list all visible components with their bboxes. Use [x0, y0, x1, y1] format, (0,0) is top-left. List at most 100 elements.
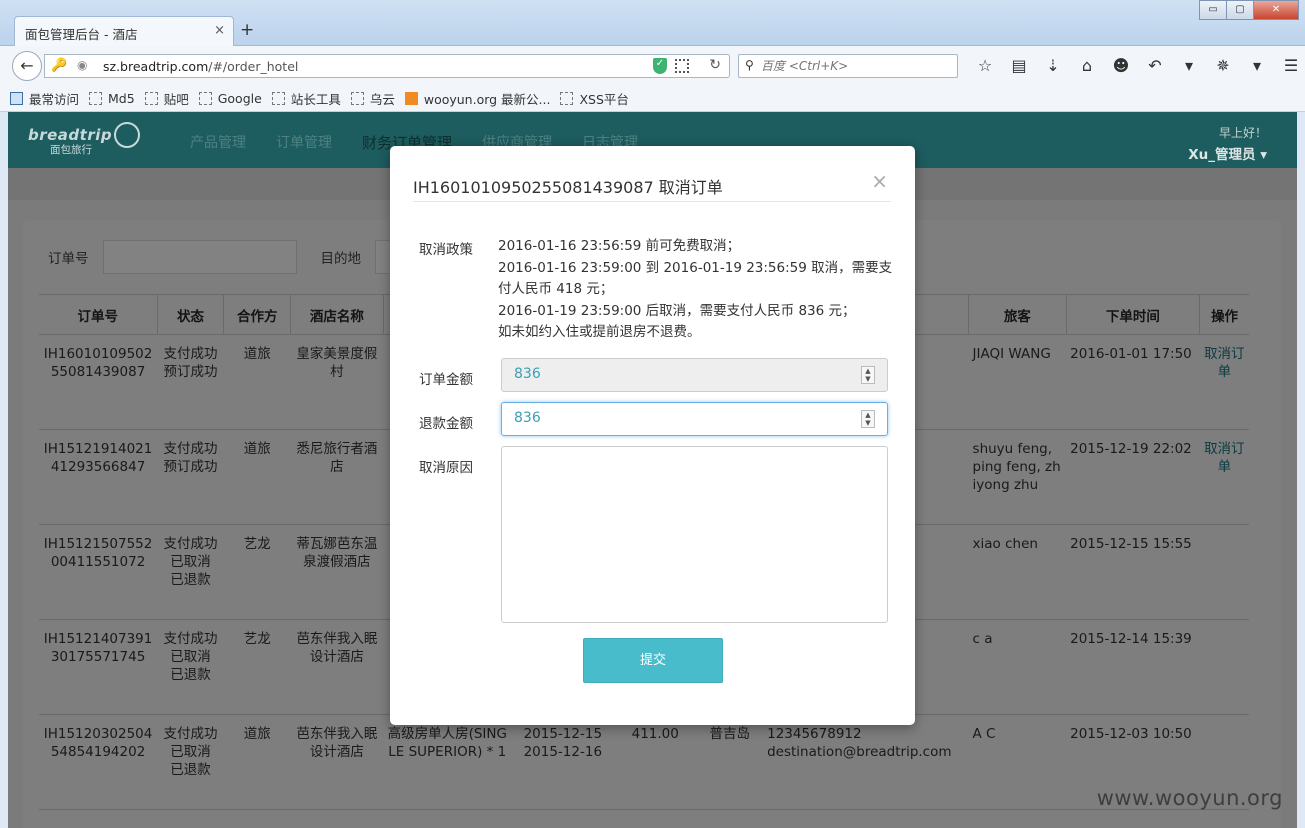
- bookmark-item[interactable]: 乌云: [350, 89, 395, 108]
- close-icon[interactable]: ×: [871, 169, 888, 193]
- order-time-cell: 2016-01-01 17:50: [1066, 334, 1200, 430]
- url-path: /#/order_hotel: [208, 59, 299, 74]
- submit-button[interactable]: 提交: [583, 638, 723, 683]
- shield-icon[interactable]: ✓: [653, 58, 667, 74]
- destination-label: 目的地: [320, 251, 362, 267]
- bookmark-item[interactable]: Md5: [89, 91, 135, 106]
- star-icon[interactable]: ☆: [968, 56, 1002, 75]
- reason-textarea[interactable]: [501, 446, 888, 623]
- bookmark-item[interactable]: wooyun.org 最新公...: [404, 89, 550, 108]
- column-header: 下单时间: [1065, 294, 1200, 335]
- home-icon[interactable]: ⌂: [1070, 56, 1104, 75]
- room-cell: 高级房单人房(SINGLE SUPERIOR) * 1: [383, 714, 512, 810]
- bookmark-icon: [198, 92, 212, 105]
- cancel-order-link[interactable]: 取消订单: [1204, 346, 1245, 380]
- app-logo[interactable]: breadtrip 面包旅行: [28, 122, 140, 157]
- tab-close-icon[interactable]: ×: [214, 23, 225, 38]
- hotel-cell: 芭东伴我入眠设计酒店: [290, 619, 384, 715]
- bookmark-label: Md5: [108, 91, 135, 106]
- user-name: Xu_管理员 ▾: [1188, 147, 1267, 163]
- window-close-icon[interactable]: ✕: [1253, 0, 1299, 20]
- undo-icon[interactable]: ↶: [1138, 56, 1172, 75]
- partner-cell: 道旅: [223, 429, 291, 525]
- browser-tab[interactable]: 面包管理后台 - 酒店 ×: [14, 16, 234, 46]
- partner-cell: 道旅: [223, 334, 291, 430]
- bookmark-icon: [271, 92, 285, 105]
- filter-row: 订单号 目的地: [48, 240, 405, 274]
- toolbar-icons: ☆ ▤ ⇣ ⌂ ☻ ↶ ▾ ✵ ▾ ☰: [968, 56, 1305, 75]
- maximize-icon[interactable]: ▢: [1226, 0, 1254, 20]
- reading-list-icon[interactable]: ▤: [1002, 56, 1036, 75]
- watermark: www.wooyun.org: [1096, 786, 1283, 810]
- bookmark-icon: [560, 92, 574, 105]
- refund-amount-field[interactable]: ▲▼: [501, 402, 888, 436]
- address-bar[interactable]: 🔑 ◉ sz.breadtrip.com/#/order_hotel ✓ ↻: [44, 54, 730, 78]
- minimize-icon[interactable]: ▭: [1199, 0, 1227, 20]
- new-tab-icon[interactable]: +: [240, 20, 254, 40]
- order-time-cell: 2015-12-14 15:39: [1066, 619, 1200, 715]
- hotel-cell: 芭东伴我入眠设计酒店: [290, 714, 384, 810]
- order-no-cell: IH1601010950255081439087: [39, 334, 158, 430]
- order-amount-label: 订单金额: [419, 372, 473, 388]
- chat-icon[interactable]: ☻: [1104, 56, 1138, 75]
- dropdown-icon-2[interactable]: ▾: [1240, 56, 1274, 75]
- dropdown-icon[interactable]: ▾: [1172, 56, 1206, 75]
- extension-icon[interactable]: ✵: [1206, 56, 1240, 75]
- status-cell: 支付成功 已取消 已退款: [157, 524, 224, 620]
- bookmark-item[interactable]: 贴吧: [144, 89, 189, 108]
- bookmark-label: 站长工具: [290, 92, 341, 107]
- back-arrow-icon[interactable]: ←: [12, 51, 42, 81]
- bookmark-label: XSS平台: [579, 92, 629, 107]
- partner-cell: 艺龙: [223, 524, 291, 620]
- order-time-cell: 2015-12-15 15:55: [1066, 524, 1200, 620]
- guest-cell: JIAQI WANG: [968, 334, 1067, 430]
- order-no-input[interactable]: [102, 240, 297, 274]
- column-header: 旅客: [968, 294, 1067, 335]
- partner-cell: 道旅: [223, 714, 291, 810]
- menu-icon[interactable]: ☰: [1274, 56, 1305, 75]
- nav-orders[interactable]: 订单管理: [276, 132, 332, 153]
- browser-navbar: ← 🔑 ◉ sz.breadtrip.com/#/order_hotel ✓ ↻…: [0, 46, 1305, 86]
- user-menu[interactable]: 早上好！ Xu_管理员 ▾: [1188, 124, 1267, 163]
- window-controls: ▭ ▢ ✕: [1199, 0, 1299, 20]
- order-no-cell: IH1512030250454854194202: [39, 714, 158, 810]
- rss-icon: [404, 92, 418, 105]
- bookmark-icon: [10, 92, 23, 105]
- download-icon[interactable]: ⇣: [1036, 56, 1070, 75]
- tab-title: 面包管理后台 - 酒店: [25, 27, 138, 42]
- qr-code-icon[interactable]: [675, 59, 689, 73]
- bookmark-item[interactable]: XSS平台: [560, 89, 629, 108]
- spinner-icon[interactable]: ▲ ▼: [861, 410, 875, 428]
- cancel-order-link[interactable]: 取消订单: [1204, 441, 1245, 475]
- bookmark-item[interactable]: 最常访问: [10, 89, 79, 108]
- policy-line: 2016-01-19 23:59:00 后取消，需要支付人民币 836 元；: [498, 302, 856, 319]
- policy-line: 2016-01-16 23:56:59 前可免费取消；: [498, 238, 741, 254]
- action-cell: [1199, 619, 1249, 715]
- globe-icon: ◉: [77, 58, 88, 72]
- partner-cell: 艺龙: [223, 619, 291, 715]
- column-header: 状态: [156, 294, 224, 335]
- cancel-order-modal: IH1601010950255081439087 取消订单 × 取消政策 201…: [390, 146, 915, 725]
- nav-product[interactable]: 产品管理: [190, 132, 246, 153]
- url-host: sz.breadtrip.com: [103, 59, 209, 74]
- policy-label: 取消政策: [419, 242, 473, 258]
- key-icon: 🔑: [51, 58, 68, 73]
- bookmark-icon: [144, 92, 158, 105]
- table-row: IH1512030250454854194202 支付成功 已取消 已退款 道旅 芭东…: [39, 714, 1249, 810]
- guest-cell: A C: [968, 714, 1067, 810]
- hotel-cell: 皇家美景度假村: [290, 334, 384, 430]
- column-header: 酒店名称: [290, 294, 384, 335]
- url-text[interactable]: sz.breadtrip.com/#/order_hotel: [103, 59, 298, 74]
- price-cell: 411.00: [614, 714, 697, 810]
- search-input[interactable]: [761, 57, 951, 75]
- guest-cell: c a: [968, 619, 1067, 715]
- search-bar[interactable]: ⚲: [738, 54, 958, 78]
- order-no-cell: IH1512191402141293566847: [39, 429, 158, 525]
- reload-icon[interactable]: ↻: [709, 57, 721, 73]
- column-header: 操作: [1199, 294, 1249, 335]
- bookmark-item[interactable]: Google: [198, 91, 262, 106]
- column-header: 订单号: [39, 294, 158, 335]
- refund-amount-input[interactable]: [502, 403, 862, 433]
- bookmark-item[interactable]: 站长工具: [271, 89, 341, 108]
- status-cell: 支付成功 已取消 已退款: [157, 714, 224, 810]
